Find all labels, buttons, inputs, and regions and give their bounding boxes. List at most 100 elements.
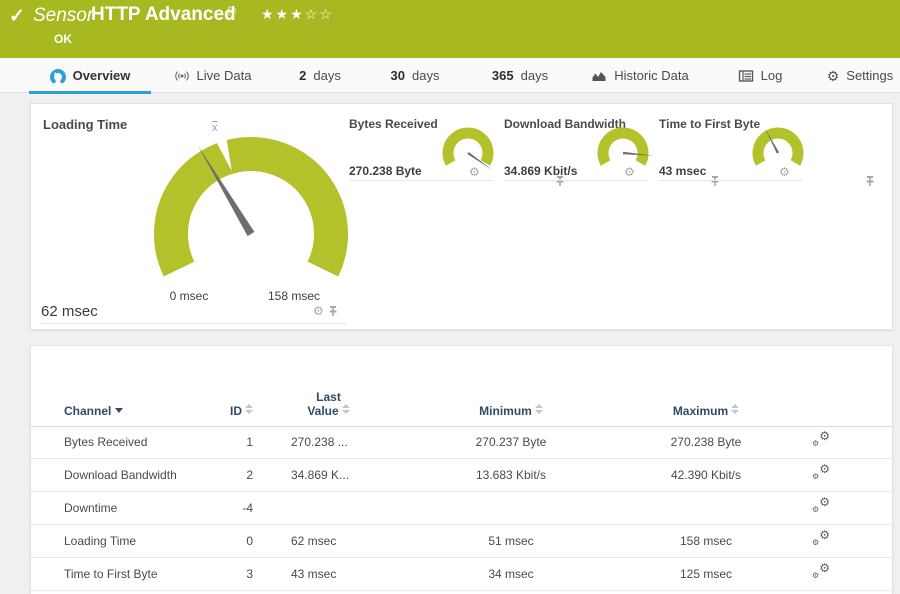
channel-name: Bytes Received bbox=[64, 435, 148, 449]
gauge-settings-gear-icon[interactable]: ⚙ bbox=[313, 305, 324, 317]
loading-time-gauge bbox=[154, 137, 348, 277]
sort-icon bbox=[534, 404, 543, 414]
channel-id: 3 bbox=[246, 567, 253, 581]
tab-label: Live Data bbox=[196, 68, 252, 83]
status-ok-check-icon: ✓ bbox=[9, 6, 25, 27]
priority-stars[interactable]: ★★★☆☆ bbox=[261, 6, 334, 23]
tab-bar: Overview Live Data 2 days 30 days 365 da… bbox=[0, 58, 900, 94]
log-list-icon bbox=[738, 68, 754, 84]
channel-name: Time to First Byte bbox=[64, 567, 158, 581]
channel-last-value: 62 msec bbox=[291, 534, 337, 548]
channel-maximum: 158 msec bbox=[679, 534, 733, 548]
column-header-minimum[interactable]: Minimum bbox=[381, 404, 641, 418]
mini-gauge-download-bandwidth: Download Bandwidth 34.869 Kbit/s ⚙ bbox=[504, 114, 719, 186]
channel-settings-icon[interactable]: ⚙ ⚙ bbox=[812, 561, 830, 580]
channel-minimum: 270.237 Byte bbox=[475, 435, 547, 449]
tab-30-days[interactable]: 30 days bbox=[375, 58, 455, 93]
channel-settings-icon[interactable]: ⚙ ⚙ bbox=[812, 495, 830, 514]
column-header-channel[interactable]: Channel bbox=[64, 404, 124, 418]
table-row: Downtime -4 ⚙ ⚙ bbox=[31, 492, 892, 525]
sort-icon bbox=[245, 404, 253, 414]
sort-desc-icon bbox=[115, 408, 124, 413]
sensor-name: HTTP Advanced bbox=[91, 4, 236, 25]
channel-minimum: 13.683 Kbit/s bbox=[475, 468, 547, 482]
mini-gauge-time-to-first-byte: Time to First Byte 43 msec ⚙ bbox=[659, 114, 874, 186]
tab-label: days bbox=[520, 68, 549, 83]
channel-id: 0 bbox=[246, 534, 253, 548]
download-bandwidth-gauge bbox=[597, 127, 654, 166]
tab-number: 30 bbox=[390, 68, 405, 83]
tab-label: Overview bbox=[72, 68, 131, 83]
tab-number: 2 bbox=[299, 68, 307, 83]
channel-id: 2 bbox=[246, 468, 253, 482]
gauge-min-label: 0 msec bbox=[169, 289, 209, 303]
tab-live-data[interactable]: Live Data bbox=[160, 58, 265, 93]
channel-maximum: 42.390 Kbit/s bbox=[670, 468, 742, 482]
channel-table-panel: Channel ID Last Value Minimum Maximum By… bbox=[30, 345, 893, 594]
cell-divider bbox=[659, 180, 803, 181]
tab-label: days bbox=[412, 68, 440, 83]
channel-settings-icon[interactable]: ⚙ ⚙ bbox=[812, 528, 830, 547]
tab-historic-data[interactable]: Historic Data bbox=[580, 58, 700, 93]
channel-last-value: 34.869 K... bbox=[291, 468, 350, 482]
column-header-maximum[interactable]: Maximum bbox=[641, 404, 771, 418]
channel-last-value: 43 msec bbox=[291, 567, 337, 581]
tab-settings[interactable]: ⚙ Settings bbox=[820, 58, 900, 93]
gauge-settings-gear-icon[interactable]: ⚙ bbox=[624, 166, 635, 178]
time-to-first-byte-gauge bbox=[752, 127, 804, 166]
sensor-header: ✓ Sensor HTTP Advanced ⚐ ★★★☆☆ OK bbox=[0, 0, 900, 58]
channel-maximum: 270.238 Byte bbox=[670, 435, 742, 449]
gauge-settings-gear-icon[interactable]: ⚙ bbox=[779, 166, 790, 178]
tab-2-days[interactable]: 2 days bbox=[285, 58, 355, 93]
pin-icon[interactable] bbox=[328, 305, 338, 317]
channel-minimum: 51 msec bbox=[488, 534, 534, 548]
channel-name: Loading Time bbox=[64, 534, 137, 548]
channel-id: 1 bbox=[246, 435, 253, 449]
tab-log[interactable]: Log bbox=[725, 58, 795, 93]
channel-settings-icon[interactable]: ⚙ ⚙ bbox=[812, 462, 830, 481]
prtg-sensor-page: ✓ Sensor HTTP Advanced ⚐ ★★★☆☆ OK Overvi… bbox=[0, 0, 900, 594]
gauge-arc bbox=[154, 137, 348, 277]
channel-table-header: Channel ID Last Value Minimum Maximum bbox=[31, 380, 892, 426]
tab-overview[interactable]: Overview bbox=[29, 58, 151, 94]
download-bandwidth-value: 34.869 Kbit/s bbox=[504, 164, 578, 178]
channel-maximum: 125 msec bbox=[679, 567, 733, 581]
tab-label: Settings bbox=[846, 68, 894, 83]
tab-label: Log bbox=[760, 68, 783, 83]
mean-marker-label: x bbox=[212, 122, 218, 134]
column-header-last-value[interactable]: Last Value bbox=[276, 391, 381, 418]
tab-number: 365 bbox=[491, 68, 514, 83]
mini-gauge-title: Bytes Received bbox=[349, 117, 438, 131]
gauges-panel: Loading Time x 0 msec 158 msec 62 msec ⚙… bbox=[30, 103, 893, 330]
channel-name: Download Bandwidth bbox=[64, 468, 177, 482]
loading-time-value: 62 msec bbox=[41, 303, 98, 320]
gear-icon: ⚙ bbox=[826, 67, 840, 84]
cell-divider bbox=[504, 180, 648, 181]
time-to-first-byte-value: 43 msec bbox=[659, 164, 707, 178]
channel-id: -4 bbox=[242, 501, 253, 515]
broadcast-icon bbox=[174, 68, 190, 84]
main-gauge-title: Loading Time bbox=[43, 117, 128, 132]
gauge-max-label: 158 msec bbox=[267, 289, 321, 303]
channel-last-value: 270.238 ... bbox=[291, 435, 348, 449]
sensor-status-badge: OK bbox=[54, 32, 72, 46]
channel-settings-icon[interactable]: ⚙ ⚙ bbox=[812, 429, 830, 448]
tab-365-days[interactable]: 365 days bbox=[475, 58, 565, 93]
channel-name: Downtime bbox=[64, 501, 118, 515]
sort-icon bbox=[731, 404, 740, 414]
gauge-icon bbox=[49, 68, 66, 84]
table-row: Download Bandwidth 2 34.869 K... 13.683 … bbox=[31, 459, 892, 492]
table-row: Time to First Byte 3 43 msec 34 msec 125… bbox=[31, 558, 892, 591]
table-row: Loading Time 0 62 msec 51 msec 158 msec … bbox=[31, 525, 892, 558]
bytes-received-gauge bbox=[442, 127, 494, 171]
tab-label: Historic Data bbox=[614, 68, 689, 83]
area-chart-icon bbox=[591, 68, 607, 84]
gauge-settings-gear-icon[interactable]: ⚙ bbox=[469, 166, 480, 178]
mini-gauge-bytes-received: Bytes Received 270.238 Byte ⚙ bbox=[349, 114, 564, 186]
table-row: Bytes Received 1 270.238 ... 270.237 Byt… bbox=[31, 426, 892, 459]
priority-flag-icon[interactable]: ⚐ bbox=[226, 4, 238, 20]
cell-divider bbox=[41, 323, 347, 324]
channel-minimum: 34 msec bbox=[488, 567, 534, 581]
column-header-id[interactable]: ID bbox=[211, 404, 253, 418]
sort-icon bbox=[341, 404, 350, 414]
